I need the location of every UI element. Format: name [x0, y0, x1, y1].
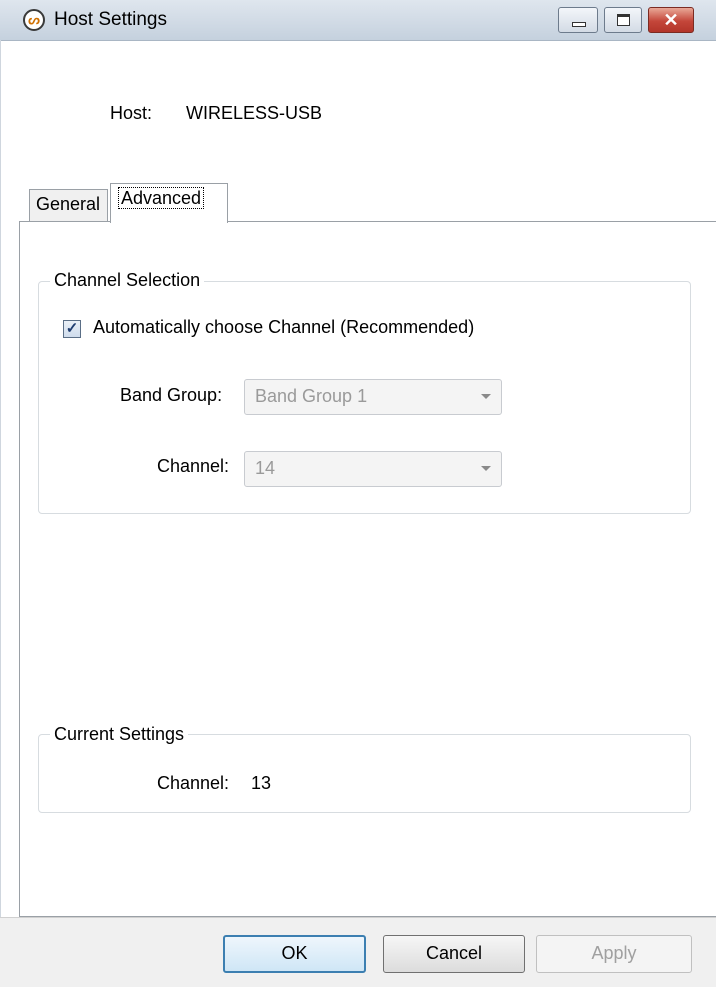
channel-label: Channel: — [157, 456, 230, 476]
apply-button[interactable]: Apply — [536, 935, 692, 973]
app-signal-icon: ᔕ — [23, 9, 45, 31]
channel-select[interactable]: 14 — [244, 451, 502, 487]
maximize-button[interactable] — [604, 7, 642, 33]
host-label: Host: — [110, 103, 153, 123]
channel-selection-title: Channel Selection — [50, 270, 205, 291]
maximize-icon — [617, 14, 630, 26]
tab-advanced-label: Advanced — [118, 187, 205, 209]
band-group-label: Band Group: — [120, 385, 223, 405]
band-group-select[interactable]: Band Group 1 — [244, 379, 502, 415]
checkmark-icon: ✓ — [65, 320, 79, 337]
window-title: Host Settings — [54, 9, 167, 30]
host-value: WIRELESS-USB — [186, 103, 323, 123]
tab-general-label: General — [36, 194, 101, 214]
title-bar[interactable]: ᔕ Host Settings ✕ — [0, 0, 716, 41]
close-button[interactable]: ✕ — [648, 7, 694, 33]
chevron-down-icon — [481, 466, 491, 471]
band-group-value: Band Group 1 — [255, 386, 368, 406]
current-settings-group — [38, 734, 691, 813]
channel-value: 14 — [255, 458, 276, 478]
window-border — [0, 40, 1, 917]
close-icon: ✕ — [663, 10, 679, 30]
auto-channel-label[interactable]: Automatically choose Channel (Recommende… — [93, 317, 474, 338]
minimize-button[interactable] — [558, 7, 598, 33]
cancel-button[interactable]: Cancel — [383, 935, 525, 973]
current-settings-title: Current Settings — [50, 724, 189, 745]
ok-button[interactable]: OK — [223, 935, 366, 973]
current-channel-label: Channel: — [157, 773, 230, 793]
chevron-down-icon — [481, 394, 491, 399]
tab-general[interactable]: General — [29, 189, 108, 222]
auto-channel-checkbox[interactable]: ✓ — [63, 320, 81, 338]
minimize-icon — [572, 22, 586, 27]
tab-advanced[interactable]: Advanced — [110, 183, 228, 223]
current-channel-value: 13 — [251, 773, 272, 793]
